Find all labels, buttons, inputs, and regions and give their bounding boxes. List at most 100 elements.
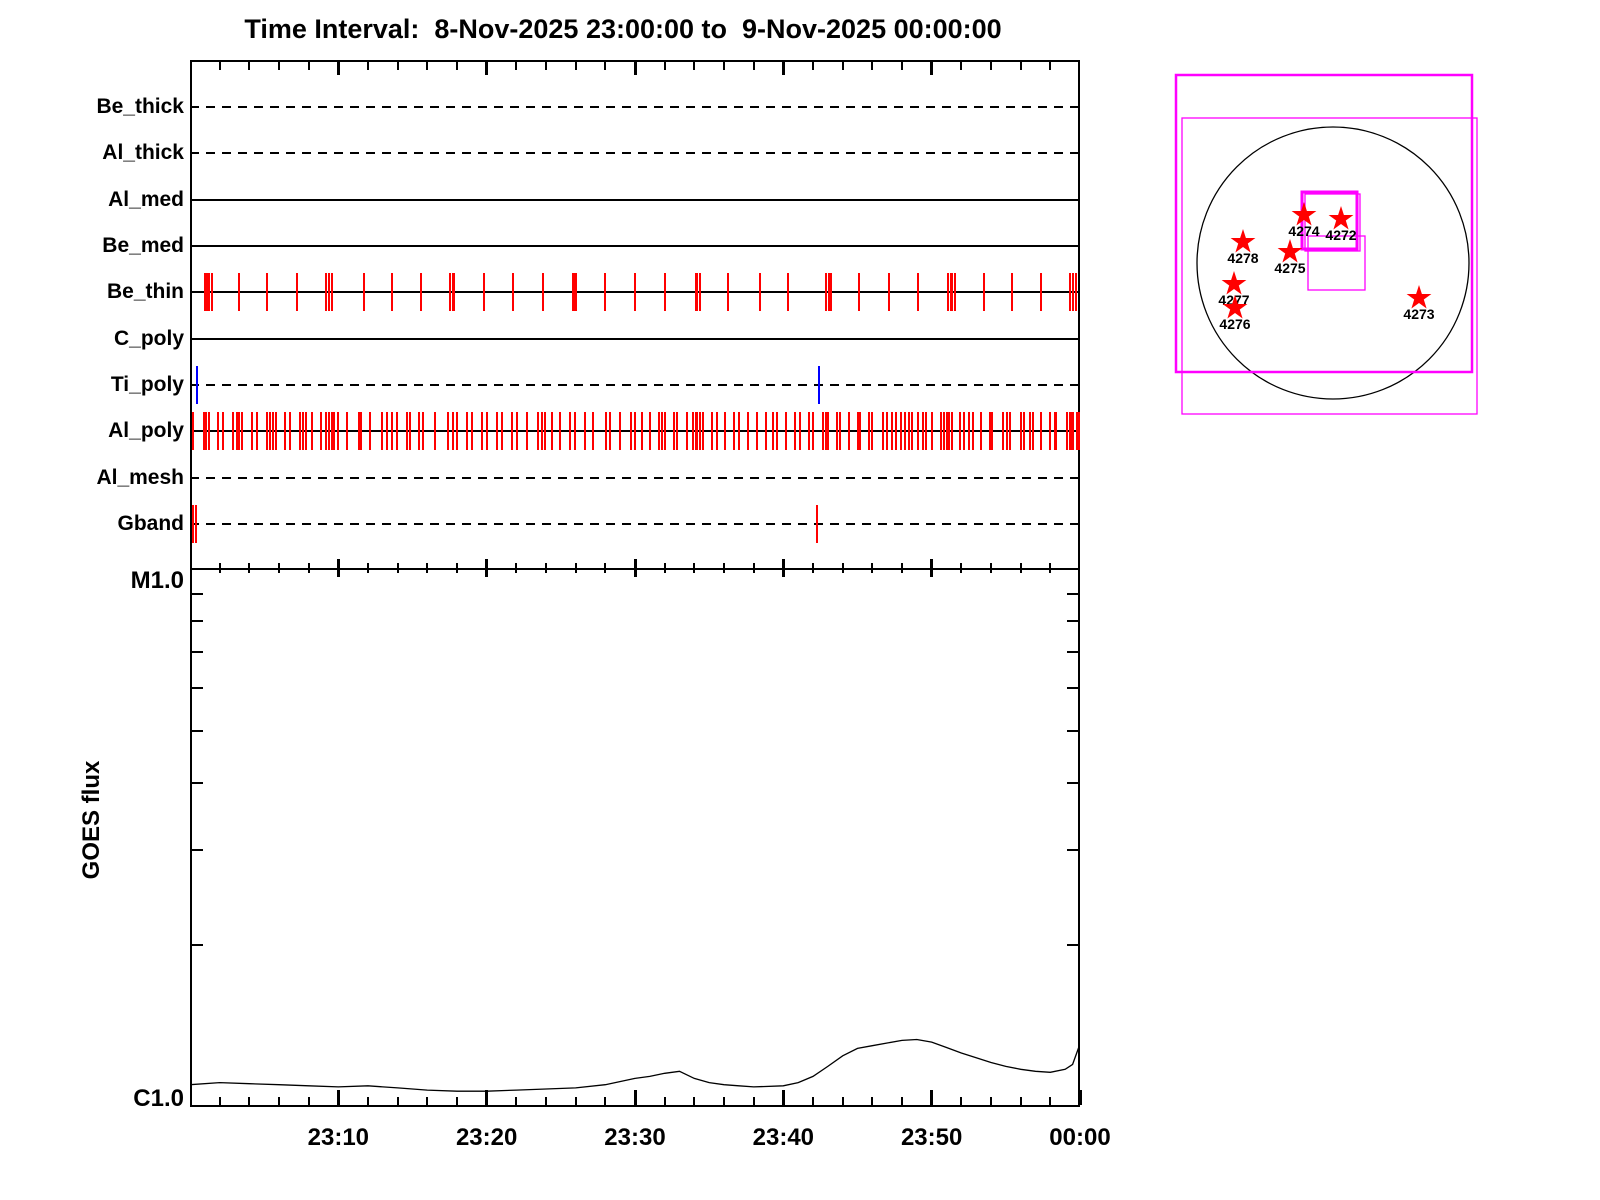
page-title: Time Interval: 8-Nov-2025 23:00:00 to 9-…: [244, 14, 1002, 44]
major-x-tick: [781, 62, 785, 75]
exposure-tick: [420, 273, 423, 311]
minor-x-tick: [515, 563, 518, 573]
exposure-tick: [758, 273, 761, 311]
exposure-tick: [268, 412, 271, 450]
minor-x-tick: [456, 1097, 458, 1105]
x-tick-label: 00:00: [1049, 1124, 1111, 1151]
exposure-tick: [1019, 412, 1022, 450]
exposure-tick: [574, 273, 577, 311]
minor-x-tick: [841, 62, 844, 70]
x-tick-label: 23:30: [604, 1124, 666, 1151]
minor-x-tick: [1049, 1097, 1052, 1105]
minor-x-tick: [723, 62, 725, 70]
exposure-tick: [776, 412, 779, 450]
exposure-tick: [1068, 273, 1071, 311]
minor-x-tick: [1019, 62, 1022, 70]
filter-row-label: Ti_poly: [110, 373, 184, 396]
minor-x-tick: [396, 62, 399, 70]
filter-row-line: [190, 152, 1080, 154]
exposure-tick: [764, 412, 767, 450]
active-region-star-icon: [1277, 239, 1303, 263]
minor-x-tick: [693, 563, 696, 573]
exposure-tick: [835, 412, 838, 450]
minor-x-tick: [960, 563, 963, 573]
exposure-tick: [451, 412, 454, 450]
exposure-tick: [536, 412, 539, 450]
exposure-tick: [908, 412, 911, 450]
major-x-tick: [485, 1090, 489, 1105]
exposure-tick: [648, 412, 651, 450]
exposure-tick: [629, 412, 632, 450]
exposure-tick: [275, 412, 278, 450]
major-x-tick: [633, 62, 637, 75]
major-x-tick: [485, 559, 489, 577]
x-tick-label: 23:20: [455, 1124, 518, 1151]
major-x-tick: [336, 62, 340, 75]
minor-x-tick: [901, 62, 903, 70]
active-region-label: 4272: [1325, 227, 1356, 243]
exposure-tick: [737, 412, 740, 450]
exposure-tick: [660, 412, 663, 450]
exposure-tick: [1065, 412, 1068, 450]
filter-row-label: Al_thick: [102, 141, 184, 164]
minor-x-tick: [426, 563, 429, 573]
exposure-tick: [887, 273, 890, 311]
exposure-tick: [1010, 273, 1013, 311]
exposure-tick: [299, 412, 302, 450]
minor-y-tick: [192, 687, 203, 690]
minor-x-tick: [1049, 563, 1052, 573]
minor-x-tick: [218, 1097, 221, 1105]
exposure-tick: [838, 412, 841, 450]
minor-x-tick: [693, 1097, 696, 1105]
exposure-tick: [886, 412, 889, 450]
minor-x-tick: [604, 563, 607, 573]
exposure-tick: [265, 412, 268, 450]
solar-disk-map: 4274427242784275427742764273: [1174, 73, 1478, 415]
exposure-tick: [465, 412, 468, 450]
exposure-tick: [191, 412, 194, 450]
exposure-tick: [982, 273, 985, 311]
exposure-tick: [310, 412, 313, 450]
minor-y-tick: [192, 944, 203, 947]
exposure-tick: [1031, 412, 1034, 450]
minor-x-tick: [1019, 1097, 1022, 1105]
major-x-tick: [930, 559, 934, 577]
goes-ymax-label: M1.0: [130, 567, 184, 594]
major-x-tick: [633, 1090, 637, 1105]
exposure-tick: [1055, 412, 1058, 450]
exposure-tick: [1049, 412, 1052, 450]
exposure-tick: [1071, 412, 1074, 450]
exposure-tick: [972, 412, 975, 450]
major-x-tick: [336, 559, 340, 577]
goes-axis-title: GOES flux: [78, 760, 105, 880]
exposure-tick: [604, 412, 607, 450]
minor-x-tick: [218, 563, 221, 573]
exposure-tick: [826, 412, 829, 450]
exposure-tick: [859, 412, 862, 450]
exposure-tick: [696, 273, 699, 311]
exposure-tick: [232, 412, 235, 450]
x-tick-label: 23:40: [752, 1124, 815, 1151]
minor-x-tick: [901, 563, 903, 573]
minor-y-tick: [1067, 944, 1078, 947]
exposure-tick: [482, 273, 485, 311]
exposure-tick: [1074, 273, 1077, 311]
minor-x-tick: [990, 1097, 992, 1105]
minor-x-tick: [812, 1097, 814, 1105]
minor-y-tick: [192, 782, 203, 785]
exposure-tick: [675, 412, 678, 450]
exposure-tick: [890, 412, 893, 450]
minor-y-tick: [1067, 729, 1078, 732]
exposure-tick: [939, 412, 942, 450]
exposure-tick: [395, 412, 398, 450]
exposure-tick: [755, 412, 758, 450]
exposure-tick: [237, 412, 240, 450]
minor-x-tick: [218, 62, 221, 70]
exposure-tick: [207, 412, 210, 450]
exposure-tick: [942, 412, 945, 450]
x-tick-label: 23:10: [307, 1124, 370, 1151]
x-tick-label: 23:50: [900, 1124, 963, 1151]
minor-x-tick: [990, 563, 992, 573]
minor-x-tick: [574, 62, 577, 70]
minor-x-tick: [812, 563, 814, 573]
